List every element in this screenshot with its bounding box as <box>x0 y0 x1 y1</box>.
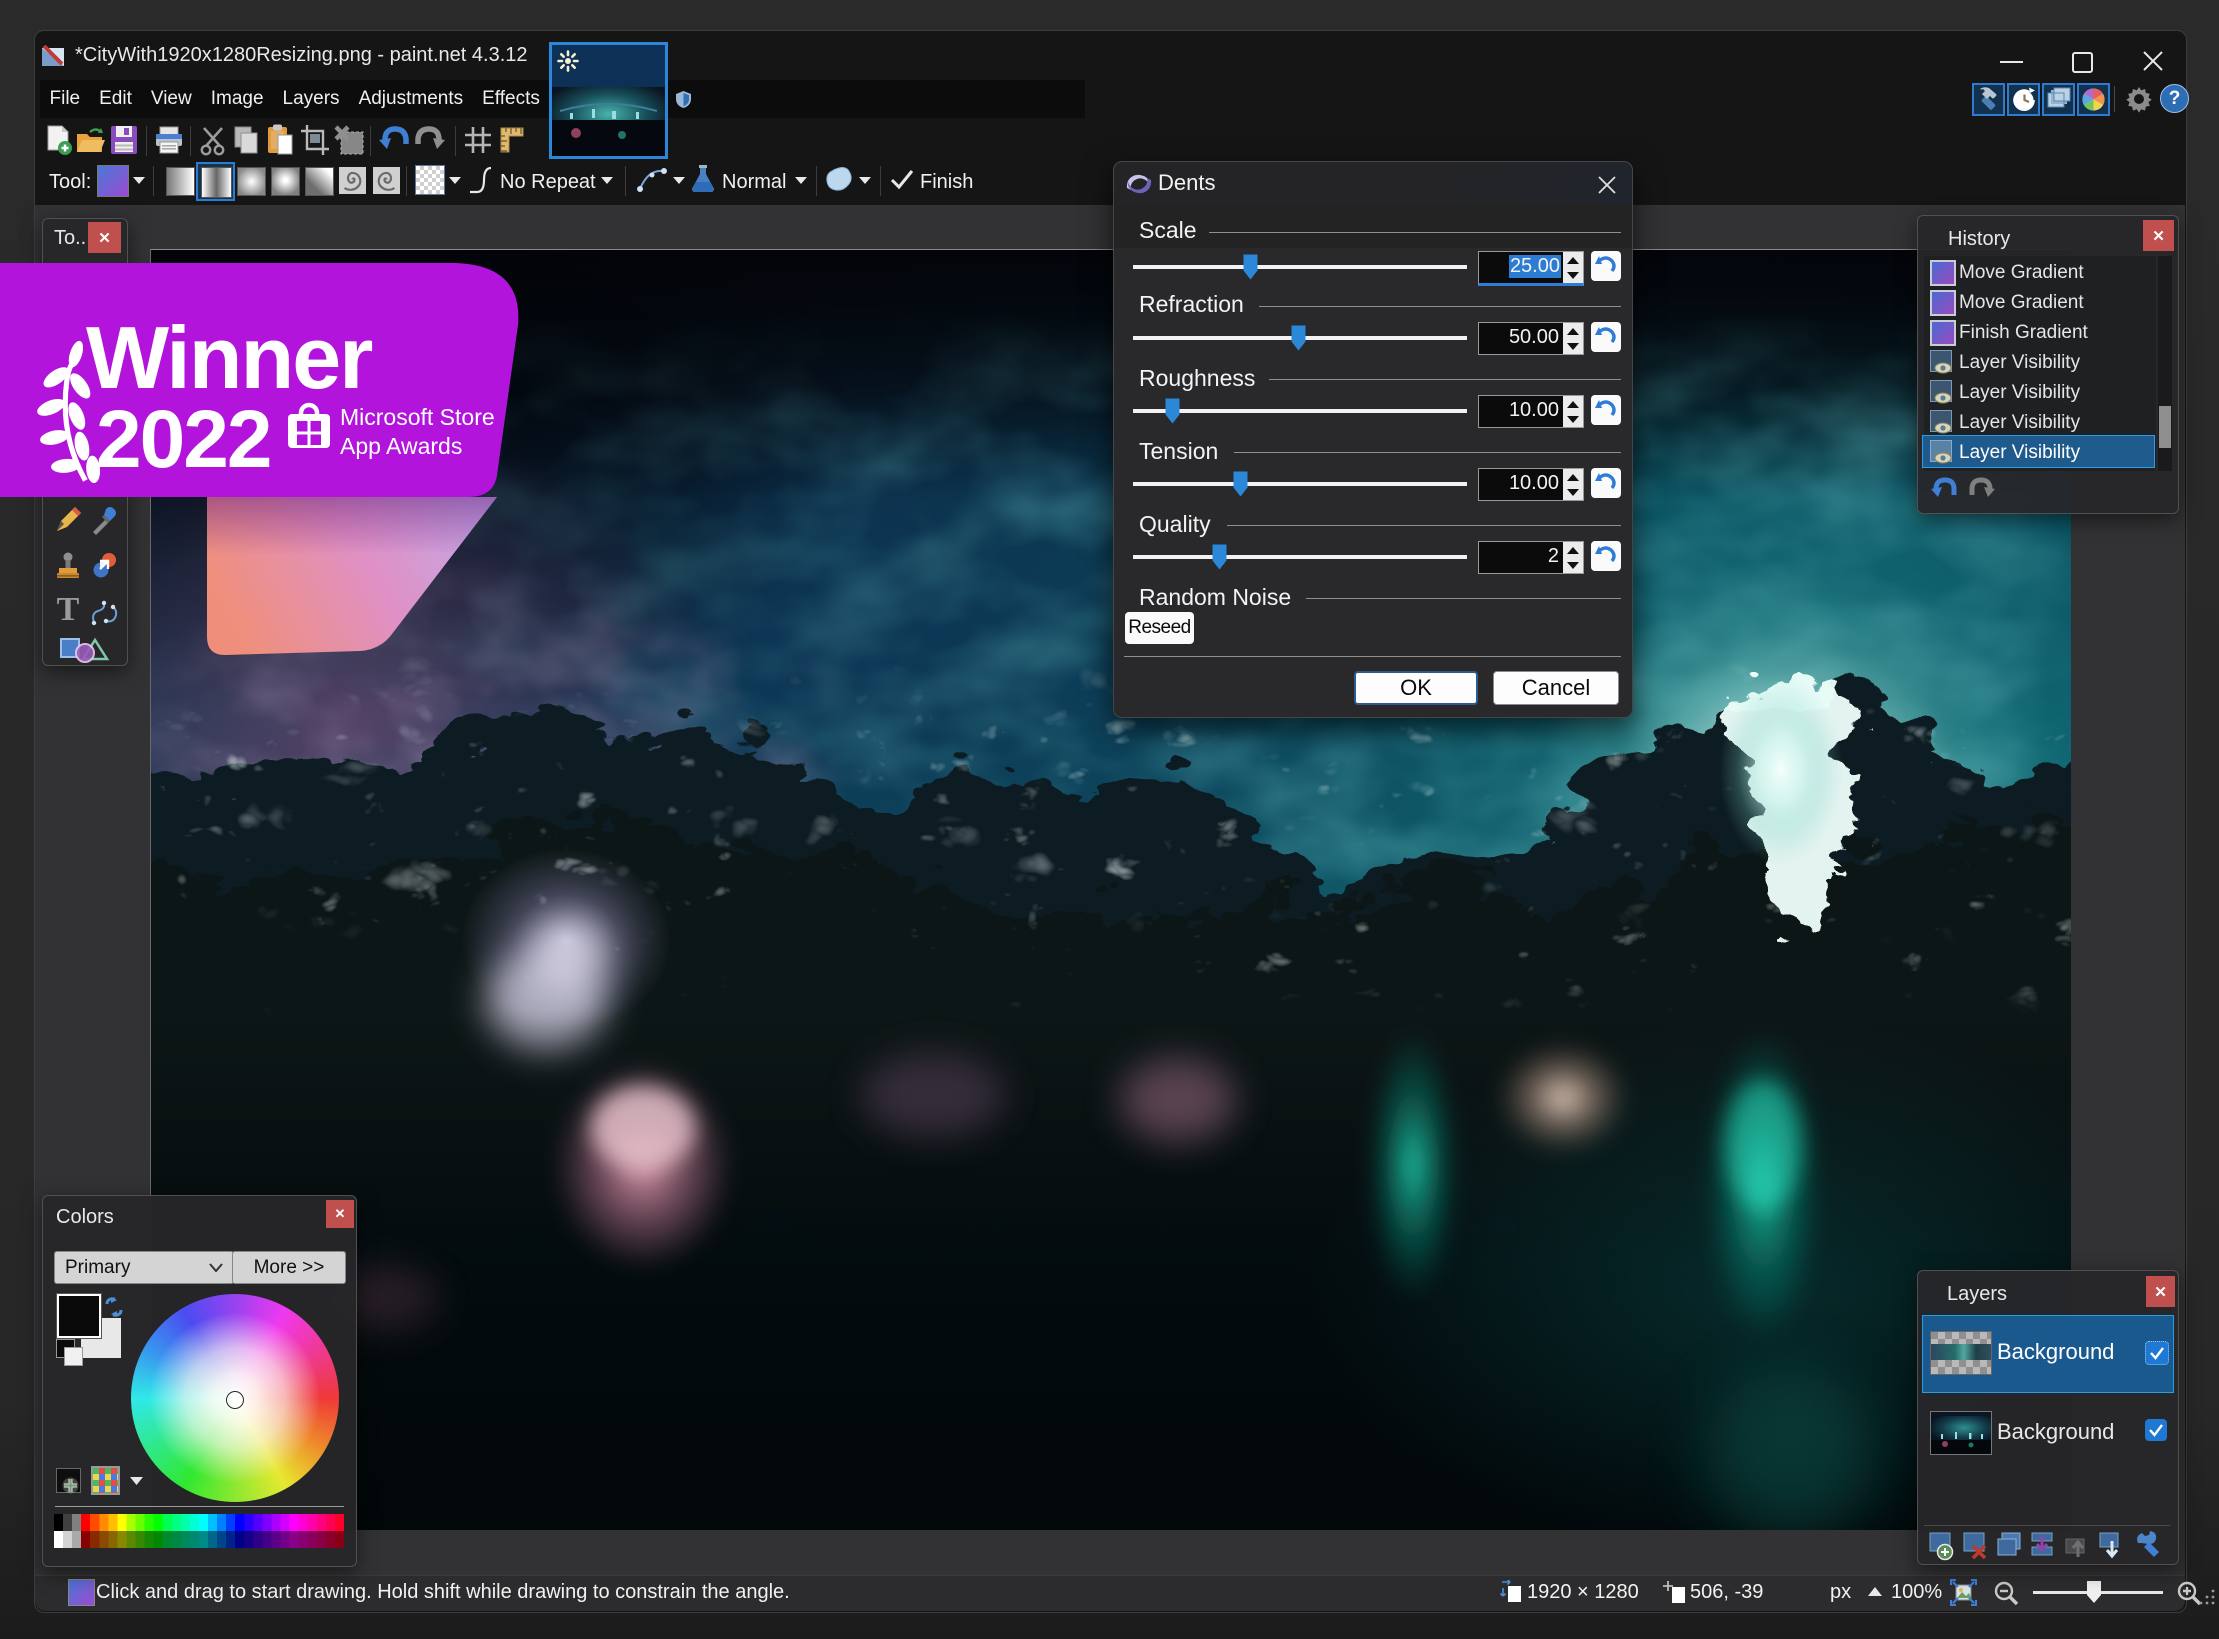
svg-text:2022: 2022 <box>96 394 270 485</box>
svg-text:Winner: Winner <box>86 308 372 407</box>
svg-text:App Awards: App Awards <box>340 433 462 459</box>
svg-text:Microsoft Store: Microsoft Store <box>340 404 495 430</box>
